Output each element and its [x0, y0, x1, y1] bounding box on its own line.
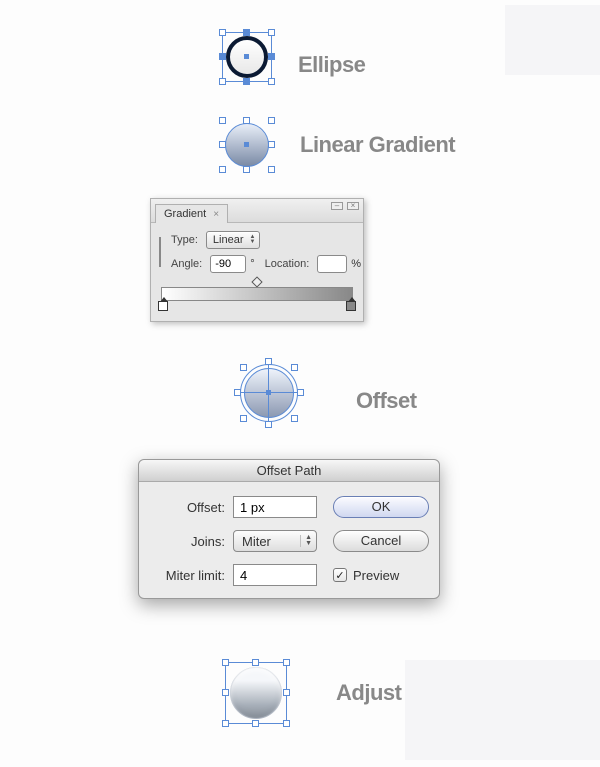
bg-patch-top: [505, 5, 600, 75]
gradient-midpoint[interactable]: [252, 276, 263, 287]
minimize-icon[interactable]: –: [331, 202, 343, 210]
gradient-stop-end[interactable]: [346, 301, 356, 311]
type-label: Type:: [171, 234, 198, 246]
gradient-panel: Gradient × – × Type: Linear ▲▼ Angle: °: [150, 198, 364, 322]
gradient-swatch[interactable]: [159, 237, 161, 267]
offset-path-dialog: Offset Path Offset: OK Joins: Miter ▲▼ C…: [138, 459, 440, 599]
label-ellipse: Ellipse: [298, 52, 365, 78]
angle-input[interactable]: [210, 255, 246, 273]
joins-label: Joins:: [153, 534, 225, 549]
gradient-slider[interactable]: [161, 287, 353, 301]
preview-label: Preview: [353, 568, 399, 583]
miter-limit-input[interactable]: [233, 564, 317, 586]
close-panel-icon[interactable]: ×: [347, 202, 359, 210]
location-label: Location:: [265, 258, 310, 270]
cancel-button[interactable]: Cancel: [333, 530, 429, 552]
bg-patch-bottom: [405, 660, 600, 760]
gradient-circle-preview: [222, 120, 272, 170]
gradient-tab-label: Gradient: [164, 208, 206, 220]
dropdown-arrows-icon: ▲▼: [249, 235, 255, 245]
type-dropdown[interactable]: Linear ▲▼: [206, 231, 261, 249]
dropdown-arrows-icon: ▲▼: [300, 535, 312, 547]
ok-button[interactable]: OK: [333, 496, 429, 518]
type-value: Linear: [213, 234, 244, 246]
panel-tabbar: Gradient × – ×: [151, 199, 363, 223]
label-offset: Offset: [356, 388, 417, 414]
close-icon[interactable]: ×: [213, 209, 219, 220]
adjust-preview: [225, 662, 287, 724]
offset-input[interactable]: [233, 496, 317, 518]
offset-preview: [238, 362, 300, 424]
label-linear-gradient: Linear Gradient: [300, 132, 455, 158]
dialog-title: Offset Path: [139, 460, 439, 482]
ellipse-preview: [222, 32, 272, 82]
offset-label: Offset:: [153, 500, 225, 515]
location-input[interactable]: [317, 255, 347, 273]
joins-dropdown[interactable]: Miter ▲▼: [233, 530, 317, 552]
gradient-tab[interactable]: Gradient ×: [155, 204, 228, 223]
label-adjust: Adjust: [336, 680, 401, 706]
preview-checkbox[interactable]: ✓: [333, 568, 347, 582]
joins-value: Miter: [242, 534, 271, 549]
angle-unit: °: [250, 258, 254, 270]
miter-limit-label: Miter limit:: [153, 568, 225, 583]
gradient-stop-start[interactable]: [158, 301, 168, 311]
gradient-panel-body: Type: Linear ▲▼ Angle: ° Location: %: [151, 223, 363, 321]
location-unit: %: [351, 258, 361, 270]
angle-label: Angle:: [171, 258, 202, 270]
